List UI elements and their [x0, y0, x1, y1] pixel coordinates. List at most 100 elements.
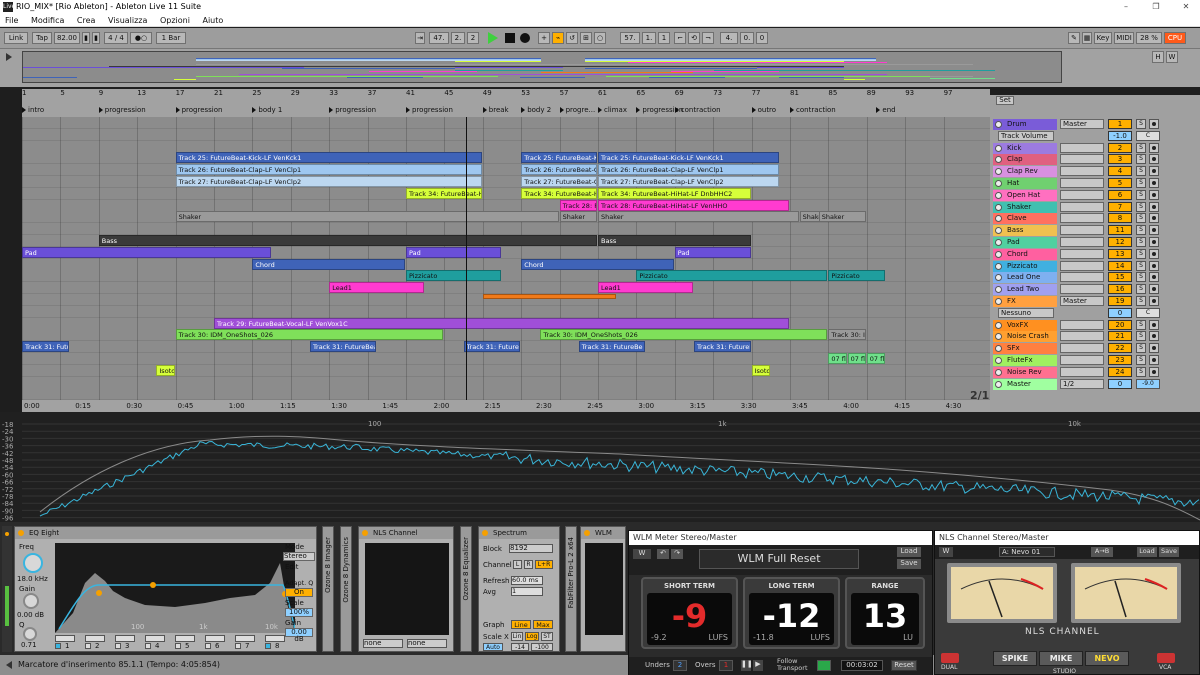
- menu-help[interactable]: Aiuto: [197, 14, 228, 27]
- track-arm-icon[interactable]: [1149, 272, 1159, 283]
- nls-channel-device[interactable]: NLS Channel none none: [358, 526, 454, 652]
- arrangement-clip[interactable]: Chord: [521, 258, 674, 270]
- track-arm-icon[interactable]: [1149, 366, 1159, 377]
- arrangement-clip[interactable]: Pizzicato: [828, 270, 885, 282]
- maximize-button[interactable]: ❐: [1142, 0, 1170, 14]
- track-activator[interactable]: 6: [1108, 189, 1132, 200]
- eq-band-selector[interactable]: 4: [145, 635, 171, 650]
- track-name[interactable]: Kick: [993, 142, 1057, 154]
- spectrum-range-max[interactable]: -14: [511, 643, 529, 651]
- eq-output-gain-field[interactable]: 0.00 dB: [285, 628, 313, 643]
- track-output-select[interactable]: Track Volume: [998, 130, 1054, 141]
- fabfilter-device[interactable]: FabFilter Pro-L 2 x64: [565, 526, 577, 652]
- play-button[interactable]: [488, 32, 498, 44]
- spectrum-st-button[interactable]: ST: [541, 632, 553, 641]
- track-arm-icon[interactable]: [1149, 225, 1159, 236]
- time-ruler[interactable]: 0:00 0:15 0:30 0:45 1:00 1:15 1:30 1:45 2:00 2:15…: [22, 400, 990, 412]
- record-button[interactable]: [520, 33, 530, 43]
- track-lane[interactable]: [22, 199, 990, 212]
- arrangement-clip[interactable]: Pad: [22, 246, 271, 258]
- re-enable-automation-icon[interactable]: ↺: [566, 32, 578, 44]
- mixer-track-row[interactable]: Lead Two 16 S: [990, 284, 1200, 296]
- arrangement-clip[interactable]: Track 30: IDM_OneShots_026: [175, 329, 444, 341]
- track-name[interactable]: Clave: [993, 213, 1057, 225]
- mixer-track-row[interactable]: Kick 2 S: [990, 142, 1200, 154]
- wlm-preset-name[interactable]: WLM Full Reset: [699, 549, 859, 569]
- track-solo-button[interactable]: S: [1136, 343, 1146, 354]
- mixer-track-row[interactable]: Hat 5 S: [990, 178, 1200, 189]
- arrangement-clip[interactable]: Track 34: FutureBeat-HiH: [521, 187, 597, 199]
- eq-adapt-toggle[interactable]: On: [285, 588, 313, 597]
- arrangement-clip[interactable]: Track 25: FutureBeat-Kick-LF VenKck1: [175, 152, 482, 164]
- overview-expand-icon[interactable]: [6, 53, 14, 61]
- track-pan-field[interactable]: C: [1136, 130, 1160, 141]
- track-activator[interactable]: 12: [1108, 237, 1132, 247]
- spectrum-log-button[interactable]: Log: [525, 632, 539, 641]
- minimize-button[interactable]: –: [1112, 0, 1140, 14]
- menu-view[interactable]: Visualizza: [103, 14, 152, 27]
- mixer-track-row[interactable]: Lead One 15 S: [990, 272, 1200, 284]
- mixer-track-row[interactable]: Chord 13 S: [990, 248, 1200, 260]
- spike-button[interactable]: SPIKE: [993, 651, 1037, 666]
- menu-options[interactable]: Opzioni: [155, 14, 195, 27]
- track-fold-icon[interactable]: [995, 156, 1002, 164]
- eq-band-toggle[interactable]: [265, 643, 271, 649]
- mixer-track-row[interactable]: FX Master 19 S: [990, 296, 1200, 307]
- nudge-down-button[interactable]: ▮: [82, 32, 90, 44]
- locator-marker[interactable]: body 2: [521, 105, 551, 115]
- eq-band-toggle[interactable]: [85, 643, 91, 649]
- mixer-track-row[interactable]: Pizzicato 14 S: [990, 260, 1200, 272]
- loop-start-beat[interactable]: 1.: [642, 32, 656, 44]
- mixer-track-row[interactable]: Nessuno 0 C: [990, 307, 1200, 319]
- arrangement-clip[interactable]: Pad: [406, 246, 501, 258]
- track-fold-icon[interactable]: [995, 121, 1002, 128]
- arrangement-clip[interactable]: Track 31: FutureBe: [694, 341, 751, 353]
- nevo-button[interactable]: NEVO: [1085, 651, 1129, 666]
- wlm-device[interactable]: WLM: [580, 526, 626, 652]
- track-solo-button[interactable]: S: [1136, 154, 1146, 165]
- locator-marker[interactable]: outro: [751, 105, 776, 115]
- locator-marker[interactable]: progression: [175, 105, 222, 115]
- arrangement-clip[interactable]: Lead1: [329, 282, 425, 294]
- spectrum-channel-l[interactable]: L: [513, 560, 522, 569]
- track-activator[interactable]: 24: [1108, 366, 1132, 377]
- metronome-button[interactable]: ●○: [130, 32, 152, 44]
- link-button[interactable]: Link: [4, 32, 28, 44]
- track-fold-icon[interactable]: [995, 298, 1002, 305]
- punch-in-icon[interactable]: ⌐: [674, 32, 686, 44]
- track-arm-icon[interactable]: [1149, 260, 1159, 271]
- track-arm-icon[interactable]: [1149, 189, 1159, 200]
- eq-band-selector[interactable]: 7: [235, 635, 261, 650]
- track-fold-icon[interactable]: [995, 357, 1002, 364]
- menu-edit[interactable]: Modifica: [26, 14, 69, 27]
- arrangement-clip[interactable]: 07 flu: [866, 353, 885, 364]
- nls-channel-window[interactable]: NLS Channel Stereo/Master W A: Nevo 01 A…: [934, 530, 1200, 675]
- arrangement-clip[interactable]: Isoto: [156, 364, 175, 376]
- arrangement-clip[interactable]: Track 28: FutureBeat-HiHat-LF VenHHO: [598, 199, 789, 211]
- arrangement-clip[interactable]: [482, 294, 617, 299]
- track-lane[interactable]: [22, 258, 990, 271]
- nls-ab-button[interactable]: A→B: [1091, 547, 1113, 557]
- track-lane[interactable]: [22, 282, 990, 295]
- locator-marker[interactable]: body 1: [252, 105, 282, 115]
- eq-band-filter-type[interactable]: [205, 635, 225, 642]
- overdub-icon[interactable]: +: [538, 32, 550, 44]
- track-activator[interactable]: 15: [1108, 272, 1132, 283]
- track-solo-button[interactable]: S: [1136, 119, 1146, 129]
- track-fold-icon[interactable]: [995, 368, 1002, 376]
- bar-ruler[interactable]: 1 5 9 13 17 21 25 29 33 37 41 45 49 53 57 61 65 69 73 77 81 8…: [22, 89, 990, 99]
- eq-gain-knob[interactable]: [23, 593, 39, 609]
- arrangement-view[interactable]: Track 25: FutureBeat-Kick-LF VenKck1 Trac…: [22, 117, 990, 400]
- track-solo-button[interactable]: -9.0: [1136, 378, 1160, 389]
- arrangement-clip[interactable]: Track 27: FutureBeat-Cla: [521, 176, 597, 187]
- tap-button[interactable]: Tap: [32, 32, 52, 44]
- track-solo-button[interactable]: S: [1136, 284, 1146, 295]
- mixer-track-row[interactable]: Clave 8 S: [990, 213, 1200, 225]
- track-activator[interactable]: 3: [1108, 154, 1132, 165]
- eq-band-selector[interactable]: 8: [265, 635, 291, 650]
- mixer-track-row[interactable]: Bass 11 S: [990, 225, 1200, 237]
- set-button[interactable]: Set: [996, 96, 1014, 105]
- track-fold-icon[interactable]: [995, 274, 1002, 282]
- spectrum-max-button[interactable]: Max: [533, 620, 553, 629]
- arrangement-clip[interactable]: 07 fl: [847, 353, 866, 364]
